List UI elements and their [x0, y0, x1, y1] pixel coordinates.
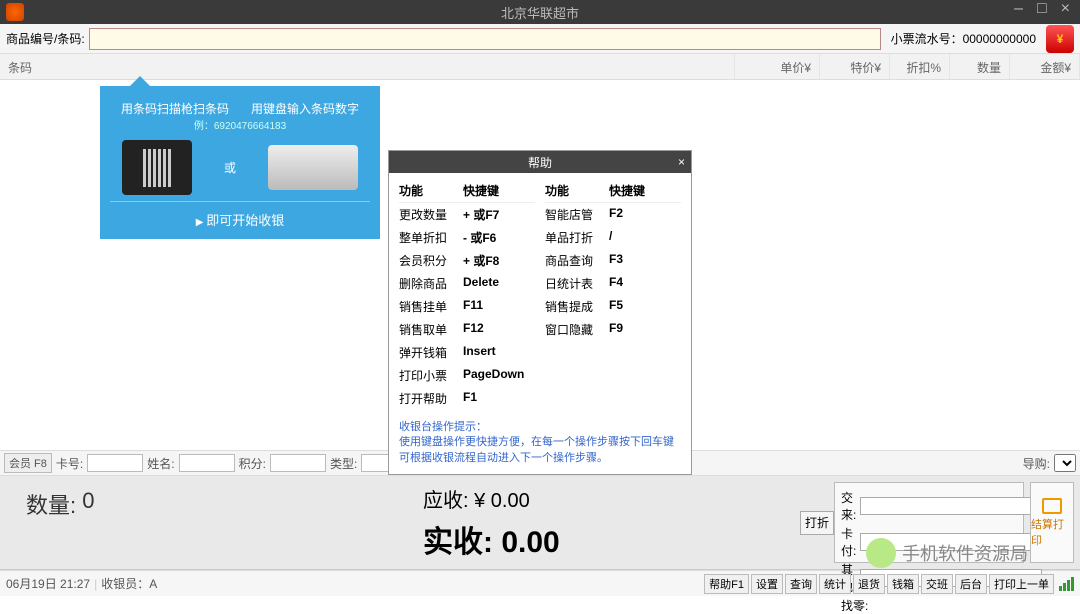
- type-label: 类型:: [330, 455, 357, 472]
- help-row: 弹开钱箱Insert: [399, 341, 535, 364]
- minimize-button[interactable]: –: [1010, 0, 1027, 18]
- help-row: 销售挂单F11: [399, 295, 535, 318]
- qty-value: 0: [82, 488, 94, 514]
- help-row: 智能店管F2: [545, 203, 681, 226]
- help-col-left: 功能快捷键 更改数量+ 或F7整单折扣- 或F6会员积分+ 或F8删除商品Del…: [399, 179, 535, 410]
- settle-button[interactable]: 结算打印: [1030, 482, 1074, 563]
- watermark: 手机软件资源局: [866, 538, 1028, 568]
- status-time: 21:27: [60, 577, 90, 591]
- help-title: 帮助: [528, 154, 552, 171]
- barcode-label: 商品编号/条码:: [6, 30, 85, 47]
- help-close-button[interactable]: ×: [678, 155, 685, 169]
- member-button[interactable]: 会员 F8: [4, 453, 52, 473]
- barcode-row: 商品编号/条码: 小票流水号： 00000000000 ¥: [0, 24, 1080, 54]
- status-btn-查询[interactable]: 查询: [785, 574, 817, 594]
- due-label: 应收:: [423, 490, 469, 512]
- col-amount: 金额¥: [1010, 54, 1080, 79]
- status-cashier: 收银员：A: [101, 575, 157, 592]
- coin-icon[interactable]: ¥: [1046, 25, 1074, 53]
- signal-icon: [1059, 577, 1074, 591]
- guide-select[interactable]: [1054, 454, 1076, 472]
- help-col-right: 功能快捷键 智能店管F2单品打折/商品查询F3日统计表F4销售提成F5窗口隐藏F…: [545, 179, 681, 410]
- barcode-icon: [122, 140, 192, 195]
- help-row: 会员积分+ 或F8: [399, 249, 535, 272]
- status-btn-打印上一单[interactable]: 打印上一单: [989, 574, 1054, 594]
- table-header: 条码 单价¥ 特价¥ 折扣% 数量 金额¥: [0, 54, 1080, 80]
- actual-label: 实收:: [423, 526, 493, 559]
- due-value: ¥ 0.00: [474, 490, 530, 512]
- actual-value: 0.00: [501, 526, 559, 559]
- receipt-number: 00000000000: [963, 32, 1036, 46]
- help-row: 更改数量+ 或F7: [399, 203, 535, 226]
- bubble-example: 例：6920476664183: [110, 117, 370, 132]
- qty-label: 数量:: [26, 488, 76, 520]
- onboarding-bubble: 用条码扫描枪扫条码 用键盘输入条码数字 例：6920476664183 或 即可…: [100, 86, 380, 239]
- help-tip: 收银台操作提示： 使用键盘操作更快捷方便，在每一个操作步骤按下回车键可根据收银流…: [389, 416, 691, 474]
- status-bar: 06月19日 21:27 | 收银员：A 帮助F1设置查询统计退货钱箱交班后台打…: [0, 570, 1080, 596]
- name-input[interactable]: [179, 454, 235, 472]
- name-label: 姓名:: [147, 455, 174, 472]
- close-button[interactable]: ×: [1057, 0, 1074, 18]
- status-btn-交班[interactable]: 交班: [921, 574, 953, 594]
- bubble-scan-text: 用条码扫描枪扫条码: [121, 100, 229, 117]
- bubble-start: 即可开始收银: [110, 201, 370, 229]
- app-icon: [6, 3, 24, 21]
- wechat-icon: [866, 538, 896, 568]
- help-row: 删除商品Delete: [399, 272, 535, 295]
- status-btn-设置[interactable]: 设置: [751, 574, 783, 594]
- help-row: 单品打折/: [545, 226, 681, 249]
- status-btn-后台[interactable]: 后台: [955, 574, 987, 594]
- status-btn-钱箱[interactable]: 钱箱: [887, 574, 919, 594]
- help-row: 整单折扣- 或F6: [399, 226, 535, 249]
- status-btn-帮助F1[interactable]: 帮助F1: [704, 574, 749, 594]
- status-btn-退货[interactable]: 退货: [853, 574, 885, 594]
- bubble-or: 或: [224, 159, 236, 176]
- bubble-type-text: 用键盘输入条码数字: [251, 100, 359, 117]
- printer-icon: [1042, 498, 1062, 514]
- titlebar: 北京华联超市 – □ ×: [0, 0, 1080, 24]
- points-input[interactable]: [270, 454, 326, 472]
- help-dialog: 帮助 × 功能快捷键 更改数量+ 或F7整单折扣- 或F6会员积分+ 或F8删除…: [388, 150, 692, 475]
- window-title: 北京华联超市: [501, 3, 579, 22]
- barcode-input[interactable]: [89, 28, 881, 50]
- help-row: 销售取单F12: [399, 318, 535, 341]
- col-special: 特价¥: [820, 54, 890, 79]
- help-title-bar[interactable]: 帮助 ×: [389, 151, 691, 173]
- col-barcode: 条码: [0, 54, 735, 79]
- keyboard-icon: [268, 145, 358, 190]
- help-row: 商品查询F3: [545, 249, 681, 272]
- col-discount: 折扣%: [890, 54, 950, 79]
- help-row: 窗口隐藏F9: [545, 318, 681, 341]
- card-input[interactable]: [87, 454, 143, 472]
- help-row: 打印小票PageDown: [399, 364, 535, 387]
- guide-label: 导购:: [1023, 455, 1050, 472]
- help-row: 打开帮助F1: [399, 387, 535, 410]
- discount-button[interactable]: 打折: [800, 511, 834, 535]
- status-date: 06月19日: [6, 575, 57, 592]
- help-row: 日统计表F4: [545, 272, 681, 295]
- points-label: 积分:: [239, 455, 266, 472]
- col-qty: 数量: [950, 54, 1010, 79]
- help-row: 销售提成F5: [545, 295, 681, 318]
- maximize-button[interactable]: □: [1033, 0, 1051, 18]
- card-label: 卡号:: [56, 455, 83, 472]
- col-price: 单价¥: [735, 54, 820, 79]
- status-btn-统计[interactable]: 统计: [819, 574, 851, 594]
- receipt-label: 小票流水号：: [891, 30, 963, 47]
